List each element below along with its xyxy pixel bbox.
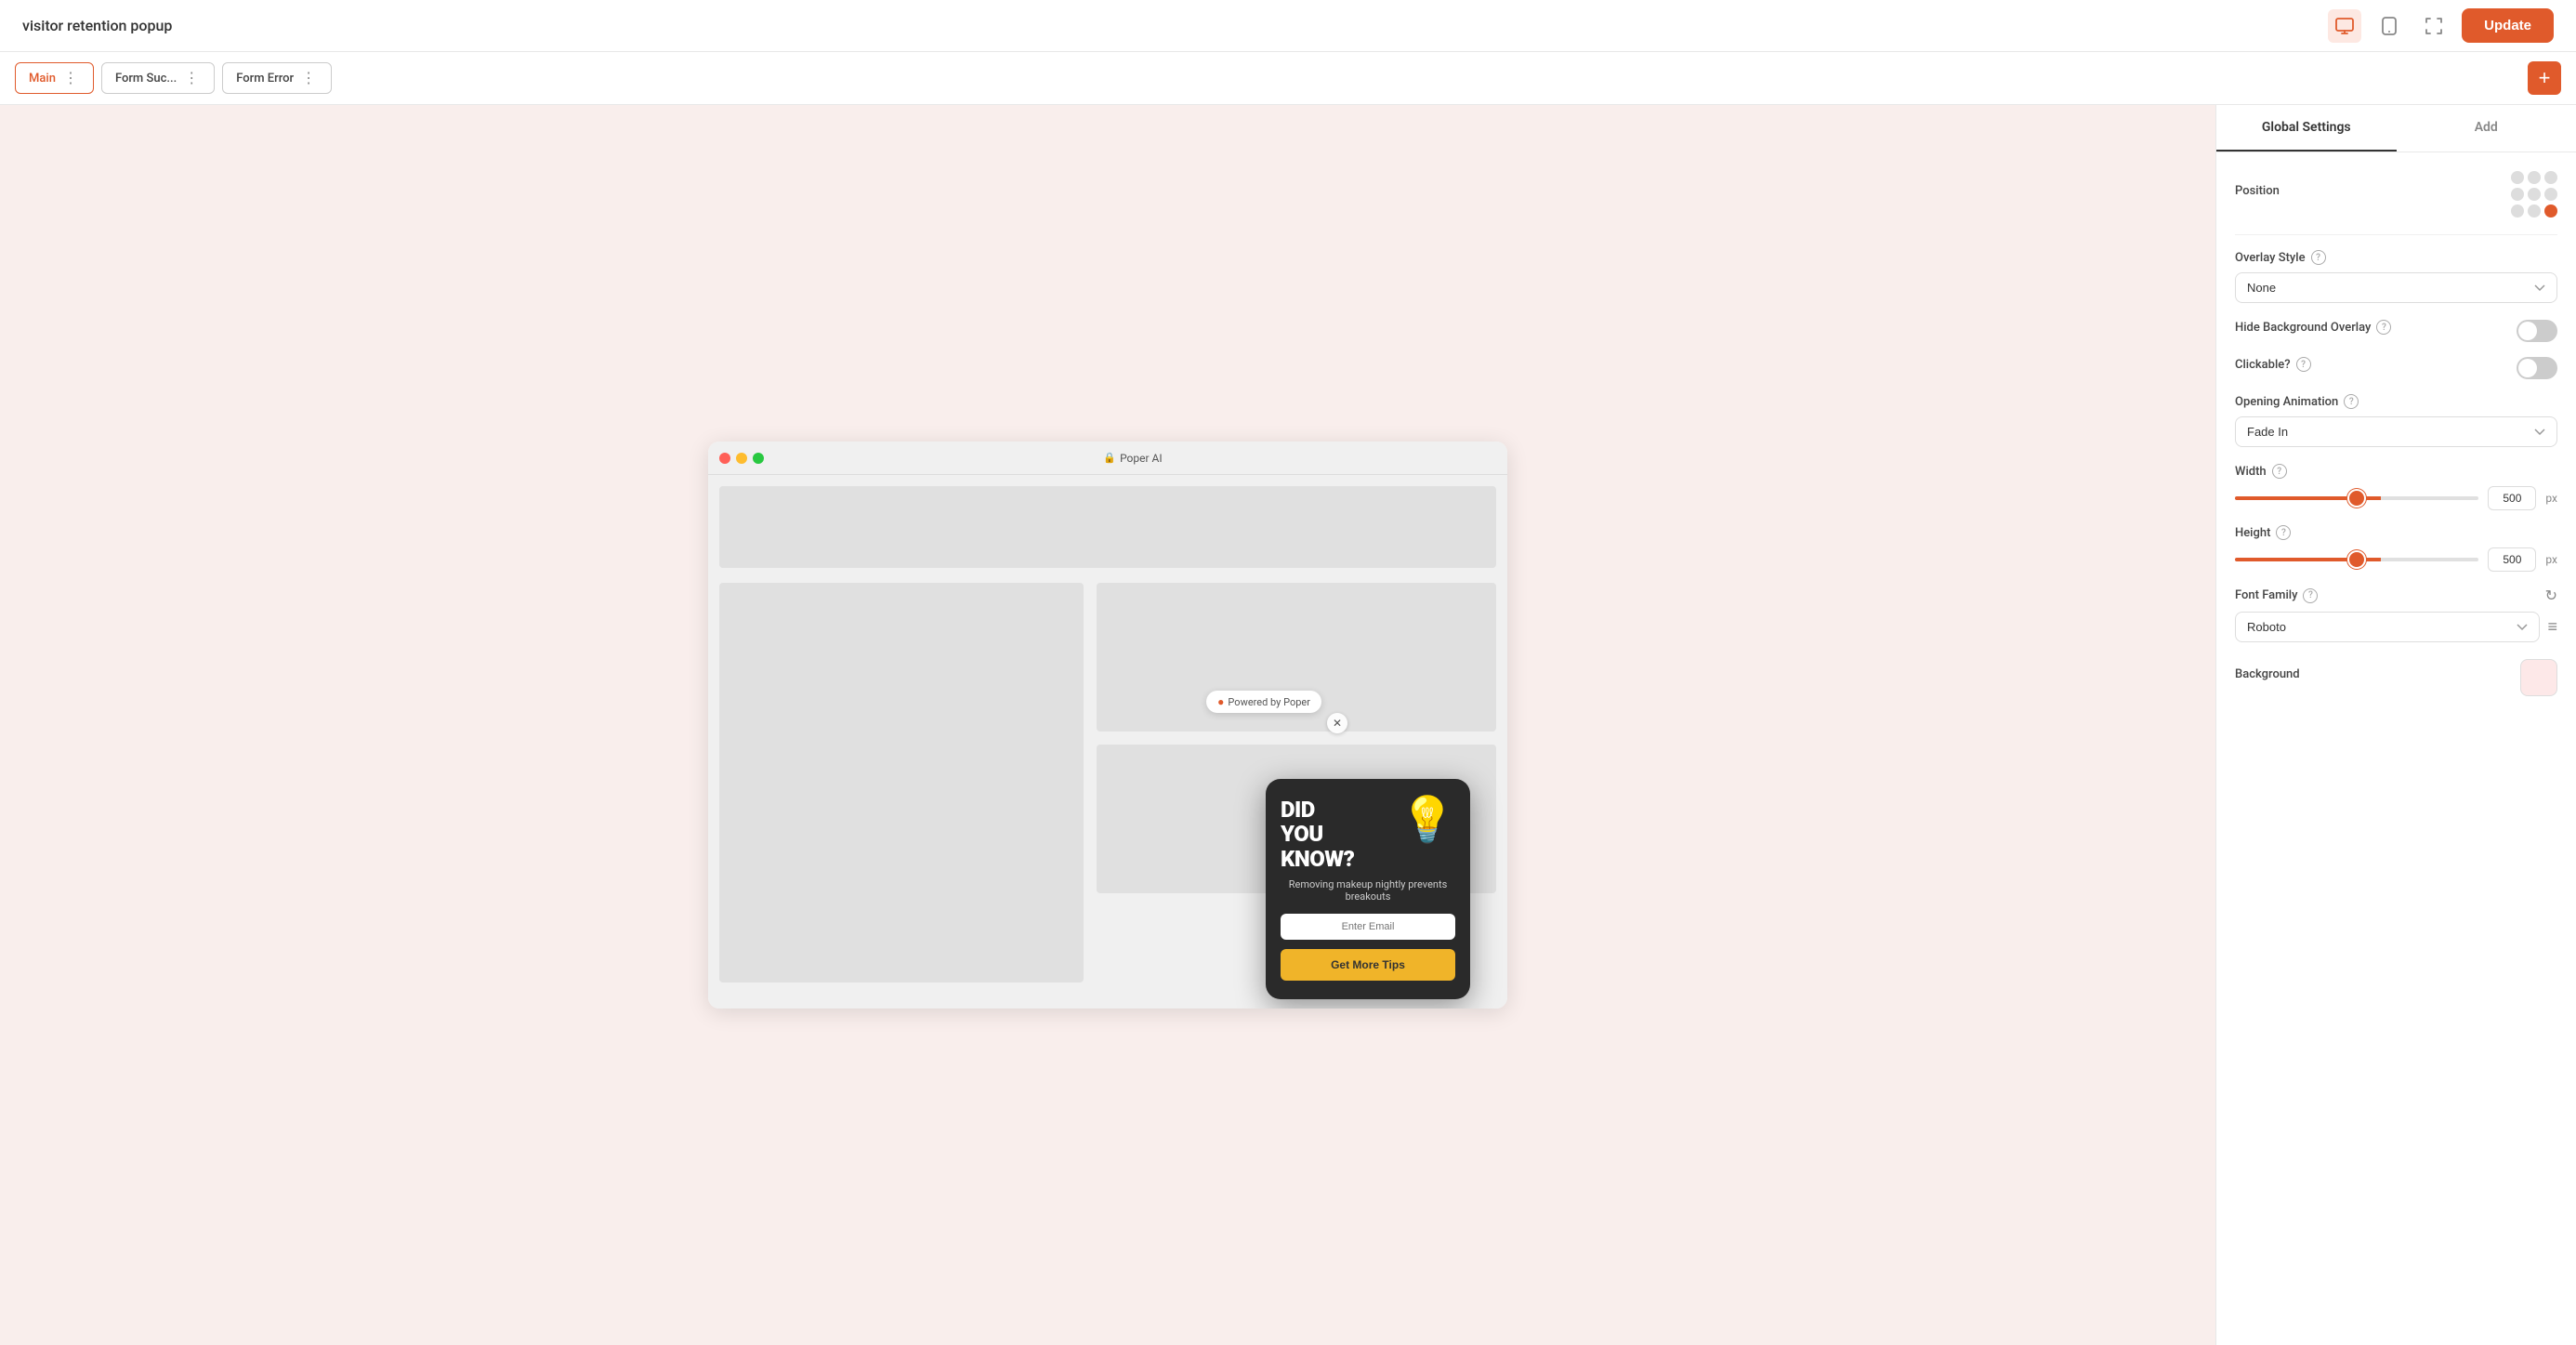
background-label: Background (2235, 667, 2300, 681)
opening-animation-select[interactable]: Fade In (2235, 416, 2557, 447)
clickable-label: Clickable? ? (2235, 357, 2311, 372)
hide-overlay-row: Hide Background Overlay ? (2235, 320, 2557, 342)
height-slider-row: px (2235, 547, 2557, 572)
topbar: visitor retention popup Update (0, 0, 2576, 52)
width-slider-row: px (2235, 486, 2557, 510)
overlay-style-help[interactable]: ? (2311, 250, 2326, 265)
hide-overlay-help[interactable]: ? (2376, 320, 2391, 335)
page-title: visitor retention popup (22, 17, 172, 34)
opening-animation-label: Opening Animation ? (2235, 394, 2557, 409)
width-value-input[interactable] (2488, 486, 2536, 510)
browser-url: 🔒 Poper AI (1103, 452, 1162, 465)
height-slider[interactable] (2235, 558, 2478, 561)
overlay-style-label: Overlay Style ? (2235, 250, 2557, 265)
pos-dot-tr[interactable] (2544, 171, 2557, 184)
update-button[interactable]: Update (2462, 8, 2554, 43)
canvas-area: 🔒 Poper AI ● Powered by Poper (0, 105, 2215, 1345)
lock-icon: 🔒 (1103, 452, 1116, 464)
height-row: Height ? px (2235, 525, 2557, 572)
popup-cta-button[interactable]: Get More Tips (1281, 949, 1455, 981)
browser-content: ● Powered by Poper ✕ DIDYOUKNOW? 💡 Remov… (708, 475, 1507, 1009)
popup-email-input[interactable] (1281, 914, 1455, 940)
toggle-knob-hide-overlay (2518, 322, 2537, 340)
browser-mockup: 🔒 Poper AI ● Powered by Poper (708, 442, 1507, 1009)
popup-close-button[interactable]: ✕ (1327, 713, 1347, 733)
height-unit: px (2545, 553, 2557, 566)
panel-header: Global Settings Add (2216, 105, 2576, 152)
font-row: Roboto ≡ (2235, 612, 2557, 642)
opening-animation-help[interactable]: ? (2344, 394, 2359, 409)
fullscreen-btn[interactable] (2417, 9, 2451, 43)
font-refresh-icon[interactable]: ↻ (2545, 587, 2557, 604)
dot-green (753, 453, 764, 464)
right-panel: Global Settings Add Position (2215, 105, 2576, 1345)
font-family-select[interactable]: Roboto (2235, 612, 2540, 642)
popup-subtitle: Removing makeup nightly prevents breakou… (1281, 878, 1455, 903)
overlay-style-select[interactable]: None (2235, 272, 2557, 303)
dot-red (719, 453, 730, 464)
hide-overlay-label: Hide Background Overlay ? (2235, 320, 2391, 335)
height-help[interactable]: ? (2276, 525, 2291, 540)
divider-1 (2235, 234, 2557, 235)
add-tab-button[interactable]: + (2528, 61, 2561, 95)
tab-form-error-more[interactable]: ⋮ (299, 69, 318, 87)
powered-by-banner: ● Powered by Poper (1206, 691, 1321, 713)
font-menu-icon[interactable]: ≡ (2547, 617, 2557, 637)
width-help[interactable]: ? (2272, 464, 2287, 479)
pos-dot-mc[interactable] (2528, 188, 2541, 201)
popup-header: DIDYOUKNOW? 💡 (1281, 798, 1455, 871)
main-layout: 🔒 Poper AI ● Powered by Poper (0, 105, 2576, 1345)
font-family-row: Font Family ? ↻ Roboto ≡ (2235, 587, 2557, 642)
browser-chrome: 🔒 Poper AI (708, 442, 1507, 475)
content-block-top (719, 486, 1496, 568)
pos-dot-br[interactable] (2544, 204, 2557, 218)
font-family-label: Font Family ? ↻ (2235, 587, 2557, 604)
clickable-help[interactable]: ? (2296, 357, 2311, 372)
toggle-knob-clickable (2518, 359, 2537, 377)
background-swatch[interactable] (2520, 659, 2557, 696)
pos-dot-ml[interactable] (2511, 188, 2524, 201)
overlay-style-row: Overlay Style ? None (2235, 250, 2557, 303)
powered-by-text: Powered by Poper (1228, 696, 1310, 708)
content-block-left (719, 583, 1084, 982)
width-row: Width ? px (2235, 464, 2557, 510)
height-value-input[interactable] (2488, 547, 2536, 572)
tab-form-error[interactable]: Form Error ⋮ (222, 62, 332, 94)
panel-body: Position Overlay Style ? (2216, 152, 2576, 730)
bulb-icon: 💡 (1400, 798, 1455, 842)
position-grid (2511, 171, 2557, 218)
tab-main[interactable]: Main ⋮ (15, 62, 94, 94)
pos-dot-tc[interactable] (2528, 171, 2541, 184)
height-label: Height ? (2235, 525, 2557, 540)
pos-dot-tl[interactable] (2511, 171, 2524, 184)
desktop-view-btn[interactable] (2328, 9, 2361, 43)
tab-form-success[interactable]: Form Suc... ⋮ (101, 62, 215, 94)
topbar-actions: Update (2328, 8, 2554, 43)
hide-overlay-toggle[interactable] (2517, 320, 2557, 342)
tab-global-settings[interactable]: Global Settings (2216, 105, 2397, 152)
position-label: Position (2235, 184, 2280, 198)
width-label: Width ? (2235, 464, 2557, 479)
width-unit: px (2545, 492, 2557, 505)
clickable-toggle[interactable] (2517, 357, 2557, 379)
width-slider[interactable] (2235, 496, 2478, 500)
pos-dot-bl[interactable] (2511, 204, 2524, 218)
position-section: Position (2235, 171, 2557, 218)
dot-yellow (736, 453, 747, 464)
tab-main-more[interactable]: ⋮ (61, 69, 80, 87)
pos-dot-bc[interactable] (2528, 204, 2541, 218)
mobile-view-btn[interactable] (2372, 9, 2406, 43)
poper-logo-icon: ● (1217, 695, 1224, 708)
background-row: Background (2235, 659, 2557, 696)
opening-animation-row: Opening Animation ? Fade In (2235, 394, 2557, 447)
tabs-bar: Main ⋮ Form Suc... ⋮ Form Error ⋮ + (0, 52, 2576, 105)
clickable-row: Clickable? ? (2235, 357, 2557, 379)
popup-card: DIDYOUKNOW? 💡 Removing makeup nightly pr… (1266, 779, 1470, 999)
font-family-help[interactable]: ? (2303, 588, 2318, 603)
tab-form-success-more[interactable]: ⋮ (182, 69, 201, 87)
popup-title: DIDYOUKNOW? (1281, 798, 1354, 871)
pos-dot-mr[interactable] (2544, 188, 2557, 201)
tab-add[interactable]: Add (2397, 105, 2576, 152)
